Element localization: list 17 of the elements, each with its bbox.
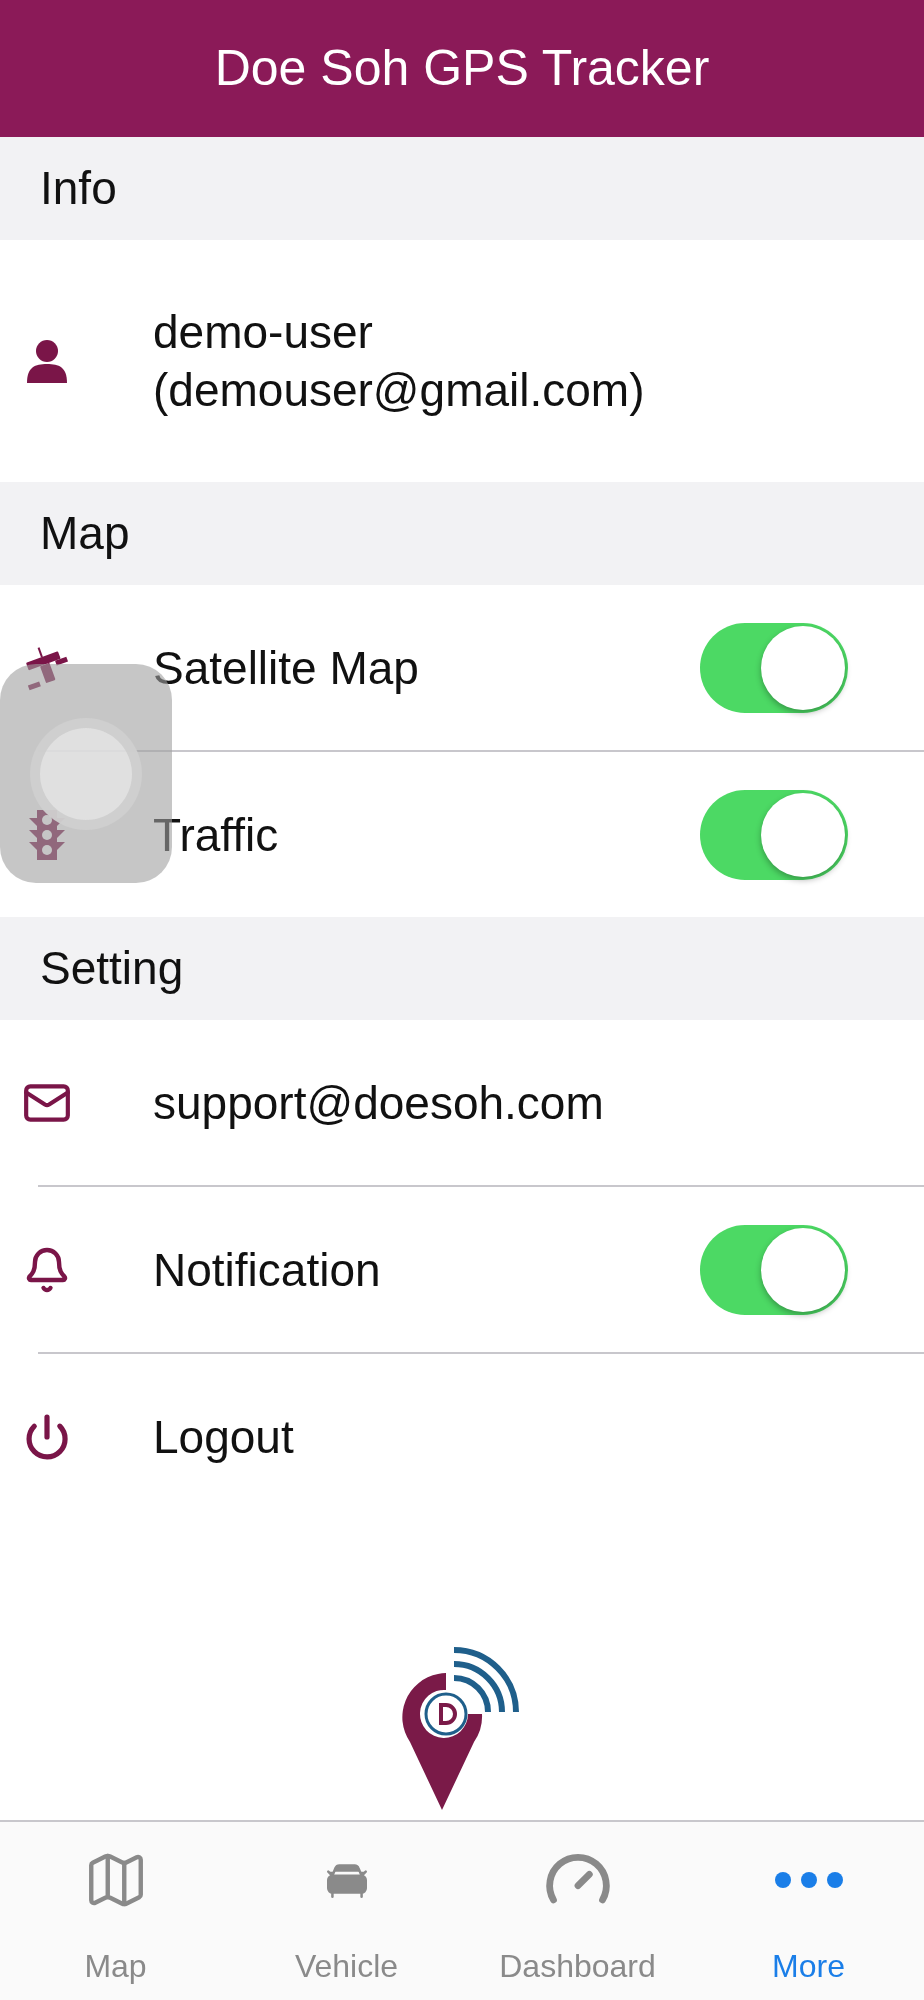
row-label: Traffic <box>153 807 280 863</box>
section-title: Setting <box>40 941 184 996</box>
tab-item[interactable]: Dashboard <box>462 1822 693 2000</box>
section-title: Map <box>40 506 130 561</box>
tab-item[interactable]: Map <box>0 1822 231 2000</box>
row-label: Notification <box>153 1242 382 1298</box>
user-icon <box>24 337 69 385</box>
tab-item[interactable]: More <box>693 1822 924 2000</box>
row-label: demo-user <box>153 305 374 360</box>
row-label: Logout <box>153 1409 295 1465</box>
row-label: Satellite Map <box>153 640 420 696</box>
section-title: Info <box>40 161 117 216</box>
tab-item[interactable]: Vehicle <box>231 1822 462 2000</box>
more-icon <box>773 1871 844 1889</box>
row-label: support@doesoh.com <box>153 1075 605 1131</box>
app-title: Doe Soh GPS Tracker <box>214 39 710 98</box>
row-label: (demouser@gmail.com) <box>153 363 646 418</box>
